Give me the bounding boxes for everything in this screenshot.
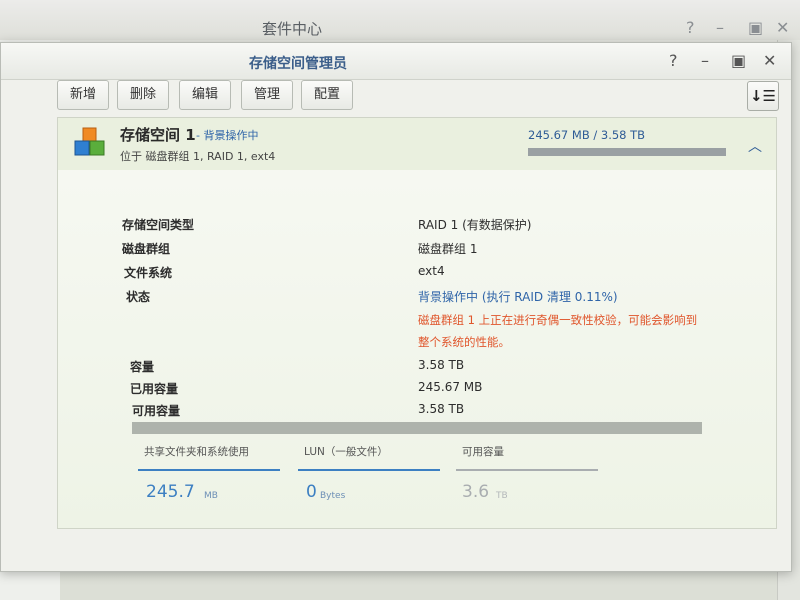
configure-button[interactable]: 配置 [301, 80, 354, 110]
stat-line-shared [138, 469, 280, 471]
usage-bar [528, 148, 726, 156]
stat-value-shared: 245.7 [146, 482, 195, 502]
sort-icon: ↓☰ [749, 87, 776, 105]
background-titlebar: 套件中心 ? – ▣ ✕ [0, 0, 800, 40]
type-value: RAID 1 (有数据保护) [418, 218, 532, 232]
minimize-icon[interactable]: – [716, 18, 724, 37]
volume-status: - 背景操作中 [196, 129, 259, 142]
background-window-title: 套件中心 [262, 20, 323, 38]
capacity-value: 3.58 TB [418, 358, 465, 372]
dialog-title: 存储空间管理员 [249, 56, 347, 72]
stat-title-lun: LUN（一般文件） [304, 446, 388, 458]
filesystem-value: ext4 [418, 264, 445, 278]
dialog-titlebar: 存储空间管理员 ? – ▣ ✕ [1, 43, 791, 80]
used-capacity-label: 已用容量 [130, 382, 179, 396]
stat-unit-available: TB [496, 491, 508, 501]
maximize-icon[interactable]: ▣ [731, 51, 746, 70]
usage-text: 245.67 MB / 3.58 TB [528, 128, 646, 142]
manage-button[interactable]: 管理 [241, 80, 294, 110]
stat-line-available [456, 469, 598, 471]
volume-panel: 存储空间 1 - 背景操作中 位于 磁盘群组 1, RAID 1, ext4 2… [57, 117, 777, 529]
stat-title-shared: 共享文件夹和系统使用 [144, 446, 249, 458]
sort-button[interactable]: ↓☰ [747, 81, 779, 111]
warning-text-line1: 磁盘群组 1 上正在进行奇偶一致性校验，可能会影响到 [418, 313, 698, 327]
help-icon[interactable]: ? [686, 18, 695, 37]
diskgroup-label: 磁盘群组 [122, 242, 171, 256]
add-button[interactable]: 新增 [57, 80, 110, 110]
volume-description: 位于 磁盘群组 1, RAID 1, ext4 [120, 150, 276, 163]
edit-button[interactable]: 编辑 [179, 80, 232, 110]
used-capacity-value: 245.67 MB [418, 380, 483, 394]
minimize-icon[interactable]: – [701, 51, 709, 70]
stat-unit-shared: MB [204, 491, 218, 501]
stat-value-lun: 0 [306, 482, 317, 502]
stat-value-available: 3.6 [462, 482, 490, 502]
help-icon[interactable]: ? [669, 51, 678, 70]
available-capacity-value: 3.58 TB [418, 402, 465, 416]
status-label: 状态 [126, 290, 151, 304]
storage-manager-dialog: 存储空间管理员 ? – ▣ ✕ 新增 删除 编辑 管理 配置 ↓☰ 存储空间 1… [0, 42, 792, 572]
stat-line-lun [298, 469, 440, 471]
maximize-icon[interactable]: ▣ [748, 18, 763, 37]
close-icon[interactable]: ✕ [776, 18, 789, 37]
capacity-bar [132, 422, 702, 434]
diskgroup-value: 磁盘群组 1 [418, 242, 478, 256]
status-value: 背景操作中 (执行 RAID 清理 0.11%) [418, 290, 618, 304]
stat-title-available: 可用容量 [462, 446, 504, 458]
filesystem-label: 文件系统 [124, 266, 173, 280]
delete-button[interactable]: 删除 [117, 80, 170, 110]
volume-name: 存储空间 1 [120, 126, 196, 144]
warning-text-line2: 整个系统的性能。 [418, 335, 510, 349]
type-label: 存储空间类型 [122, 218, 195, 232]
chevron-up-icon[interactable]: ︿ [748, 136, 762, 156]
available-capacity-label: 可用容量 [132, 404, 181, 418]
close-icon[interactable]: ✕ [763, 51, 776, 70]
stat-unit-lun: Bytes [320, 491, 346, 501]
volume-cubes-icon [74, 127, 105, 156]
volume-panel-header[interactable]: 存储空间 1 - 背景操作中 位于 磁盘群组 1, RAID 1, ext4 2… [58, 118, 776, 170]
capacity-label: 容量 [130, 360, 155, 374]
